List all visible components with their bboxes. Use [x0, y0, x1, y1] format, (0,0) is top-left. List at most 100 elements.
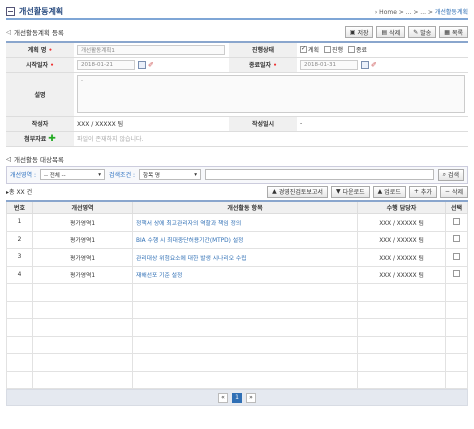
row-item [132, 283, 358, 302]
row-select [445, 230, 468, 249]
row-select [445, 335, 468, 354]
download-icon: ▼ [335, 188, 341, 195]
plan-name-label-text: 계획 명 [27, 47, 47, 55]
row-number: 2 [6, 230, 33, 249]
calendar-icon[interactable] [138, 60, 146, 69]
row-item[interactable]: BIA 수행 시 최대중단허용기간(MTPD) 설정 [132, 230, 358, 249]
save-button[interactable]: ▣ 저장 [344, 26, 374, 38]
status-plan-checkbox[interactable]: 계획 [300, 45, 319, 54]
add-label: 추가 [420, 189, 432, 196]
prev-page-button[interactable]: « [218, 392, 228, 403]
next-page-button[interactable]: » [246, 392, 256, 403]
page-1-button[interactable]: 1 [232, 392, 242, 403]
row-area [32, 283, 133, 302]
table-row: 3 평가영역1 관리대상 위험요소에 대한 발생 시나리오 수립 XXX / XXXX… [6, 248, 468, 267]
area-filter-label: 개선영역 : [10, 172, 37, 179]
clear-icon[interactable]: ✐ [148, 61, 154, 69]
row-owner [357, 370, 446, 389]
download-label: 다운로드 [342, 189, 365, 196]
status-plan-text: 계획 [308, 46, 320, 54]
filter-bar: 개선영역 : -- 전체 -- ▾ 검색조건 : 항목 명 ▾ ⌕ 검색 [6, 165, 468, 184]
send-label: 발송 [420, 29, 432, 37]
send-button[interactable]: ✎ 발송 [408, 26, 437, 38]
row-item [132, 335, 358, 354]
row-area: 평가영역1 [32, 248, 133, 267]
row-select [445, 370, 468, 389]
end-date-input[interactable]: 2018-01-31 [300, 59, 358, 70]
status-end-checkbox[interactable]: 종료 [347, 45, 367, 54]
row-item[interactable]: 재해선포 기준 설정 [132, 265, 358, 284]
search-input[interactable] [205, 169, 434, 180]
remove-button[interactable]: − 삭제 [439, 185, 468, 198]
chevron-down-icon: ▾ [194, 171, 198, 178]
section-arrow-icon: ◁ [6, 154, 11, 163]
attach-label-text: 첨부자료 [24, 135, 47, 143]
row-number [6, 318, 33, 337]
row-area [32, 300, 133, 319]
upload-label: 업로드 [384, 189, 401, 196]
add-button[interactable]: + 추가 [408, 185, 437, 198]
table-row: 2 평가영역1 BIA 수행 시 최대중단허용기간(MTPD) 설정 XXX / XX… [6, 230, 468, 249]
register-title: 개선활동계획 등록 [14, 29, 64, 37]
row-area [32, 335, 133, 354]
row-item [132, 300, 358, 319]
status-progress-text: 진행 [331, 46, 344, 54]
page-icon [6, 6, 15, 16]
row-item[interactable]: 관리대상 위험요소에 대한 발생 시나리오 수립 [132, 248, 358, 267]
row-checkbox[interactable] [453, 252, 460, 260]
breadcrumb-current: 개선활동계획 [434, 8, 468, 16]
row-area: 평가영역1 [32, 230, 133, 249]
row-owner [357, 283, 446, 302]
download-button[interactable]: ▼ 다운로드 [330, 185, 370, 198]
row-area [32, 370, 133, 389]
row-number: 3 [6, 248, 33, 267]
list-toolbar: ▸총 XX 건 ▲ 경영진검토보고서 ▼ 다운로드 ▲ 업로드 + 추가 − 삭제 [6, 184, 468, 200]
row-checkbox[interactable] [453, 217, 460, 225]
row-area [32, 318, 133, 337]
row-checkbox[interactable] [453, 270, 460, 278]
calendar-icon[interactable] [361, 60, 369, 69]
report-button[interactable]: ▲ 경영진검토보고서 [267, 185, 328, 198]
col-area: 개선영역 [32, 200, 133, 214]
condition-select[interactable]: 항목 명 ▾ [139, 169, 202, 180]
row-owner [357, 335, 446, 354]
created-at-value: - [297, 116, 468, 132]
chevron-down-icon: ▾ [98, 171, 102, 178]
row-number: 4 [6, 265, 33, 284]
target-section-title: ◁ 개선활동 대상목록 [6, 152, 468, 166]
upload-button[interactable]: ▲ 업로드 [372, 185, 406, 198]
end-date-label: 종료일자 • [229, 57, 297, 73]
row-select [445, 353, 468, 372]
table-row [6, 283, 468, 302]
description-textarea[interactable]: - [77, 75, 465, 113]
description-label: 설명 [6, 72, 74, 117]
section-arrow-icon: ◁ [6, 28, 11, 36]
breadcrumb-path: › Home > ... > ... > [374, 8, 435, 16]
row-area: 평가영역1 [32, 213, 133, 232]
plan-name-input[interactable]: 개선활동계획1 [77, 44, 225, 55]
search-button[interactable]: ⌕ 검색 [437, 168, 464, 181]
attachment-empty: 파일이 존재하지 않습니다. [74, 131, 468, 147]
table-row [6, 370, 468, 389]
row-area: 평가영역1 [32, 265, 133, 284]
row-item[interactable]: 정책서 상에 최고관리자의 역할과 책임 정의 [132, 213, 358, 232]
row-checkbox[interactable] [453, 235, 460, 243]
breadcrumb: › Home > ... > ... > 개선활동계획 [375, 7, 468, 16]
row-owner [357, 318, 446, 337]
list-button[interactable]: ▦ 목록 [439, 26, 468, 38]
send-icon: ✎ [413, 28, 419, 36]
add-file-icon[interactable]: ✚ [48, 134, 56, 144]
delete-button[interactable]: ▤ 삭제 [376, 26, 406, 38]
row-select [445, 265, 468, 284]
table-row [6, 300, 468, 319]
report-label: 경영진검토보고서 [278, 189, 323, 196]
col-item: 개선활동 항목 [132, 200, 358, 214]
start-date-input[interactable]: 2018-01-21 [77, 59, 135, 70]
row-owner: XXX / XXXXX 팀 [357, 265, 446, 284]
table-row: 1 평가영역1 정책서 상에 최고관리자의 역할과 책임 정의 XXX / XXXXX… [6, 213, 468, 232]
status-progress-checkbox[interactable]: 진행 [323, 45, 344, 54]
row-select [445, 213, 468, 232]
row-select [445, 300, 468, 319]
clear-icon[interactable]: ✐ [371, 61, 377, 69]
area-select[interactable]: -- 전체 -- ▾ [40, 169, 106, 180]
